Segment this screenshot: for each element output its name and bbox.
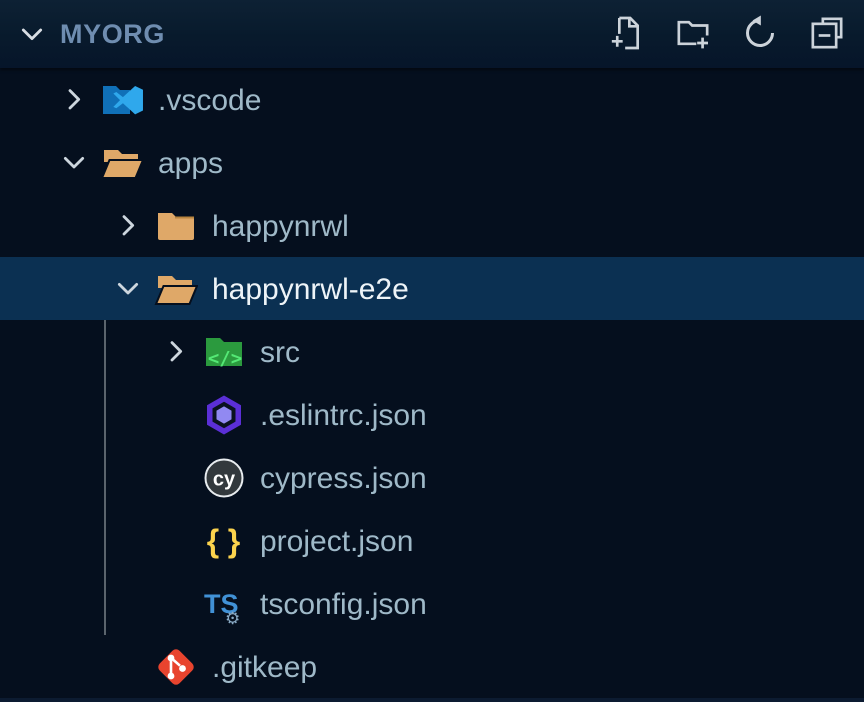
twisty-spacer bbox=[150, 452, 202, 504]
refresh-icon bbox=[740, 13, 780, 56]
folder-open-icon bbox=[154, 267, 198, 311]
tree-item-label: happynrwl-e2e bbox=[212, 273, 409, 305]
tree-row-tsconfig-json[interactable]: TS⚙ tsconfig.json bbox=[0, 572, 864, 635]
tree-row-src[interactable]: </> src bbox=[0, 320, 864, 383]
twisty-spacer bbox=[102, 641, 154, 693]
chevron-right-icon[interactable] bbox=[102, 200, 154, 252]
tree-item-label: .gitkeep bbox=[212, 651, 317, 683]
tree-item-label: project.json bbox=[260, 525, 413, 557]
file-tree: .vscode apps happynrwl happynrwl-e2e </> src.… bbox=[0, 68, 864, 698]
tree-row-project-json[interactable]: {} project.json bbox=[0, 509, 864, 572]
tree-item-label: src bbox=[260, 336, 300, 368]
eslint-icon bbox=[202, 393, 246, 437]
src-folder-icon: </> bbox=[202, 330, 246, 374]
svg-text:⚙: ⚙ bbox=[225, 609, 240, 626]
tree-item-label: .vscode bbox=[158, 84, 261, 116]
chevron-down-icon[interactable] bbox=[48, 137, 100, 189]
collapse-all-button[interactable] bbox=[806, 13, 848, 55]
explorer-panel: MYORG .vscode apps happynrwl happynrwl-e2e <… bbox=[0, 0, 864, 702]
chevron-right-icon[interactable] bbox=[150, 326, 202, 378]
cypress-icon: cy bbox=[202, 456, 246, 500]
explorer-section-header[interactable]: MYORG bbox=[0, 0, 864, 68]
svg-text:cy: cy bbox=[213, 468, 236, 490]
svg-text:{: { bbox=[207, 523, 219, 559]
svg-text:}: } bbox=[228, 523, 240, 559]
twisty-spacer bbox=[150, 389, 202, 441]
new-file-button[interactable] bbox=[605, 13, 647, 55]
refresh-button[interactable] bbox=[739, 13, 781, 55]
folder-closed-icon bbox=[154, 204, 198, 248]
header-actions bbox=[605, 13, 848, 55]
tree-row-apps[interactable]: apps bbox=[0, 131, 864, 194]
tree-row-vscode[interactable]: .vscode bbox=[0, 68, 864, 131]
new-folder-icon bbox=[673, 13, 713, 56]
tree-row-cypress-json[interactable]: cy cypress.json bbox=[0, 446, 864, 509]
folder-open-icon bbox=[100, 141, 144, 185]
svg-text:</>: </> bbox=[208, 347, 242, 369]
tree-item-label: apps bbox=[158, 147, 223, 179]
chevron-right-icon[interactable] bbox=[48, 74, 100, 126]
twisty-spacer bbox=[150, 578, 202, 630]
tree-item-label: cypress.json bbox=[260, 462, 427, 494]
tree-item-label: happynrwl bbox=[212, 210, 349, 242]
tree-item-label: .eslintrc.json bbox=[260, 399, 427, 431]
section-title: MYORG bbox=[60, 19, 605, 50]
chevron-down-icon[interactable] bbox=[14, 16, 50, 52]
json-braces-icon: {} bbox=[202, 519, 246, 563]
git-icon bbox=[154, 645, 198, 689]
new-file-icon bbox=[606, 13, 646, 56]
chevron-down-icon[interactable] bbox=[102, 263, 154, 315]
tree-row-eslintrc-json[interactable]: .eslintrc.json bbox=[0, 383, 864, 446]
new-folder-button[interactable] bbox=[672, 13, 714, 55]
vscode-folder-icon bbox=[100, 78, 144, 122]
tree-row-happynrwl-e2e[interactable]: happynrwl-e2e bbox=[0, 257, 864, 320]
tree-row-gitkeep[interactable]: .gitkeep bbox=[0, 635, 864, 698]
tree-row-happynrwl[interactable]: happynrwl bbox=[0, 194, 864, 257]
tsconfig-icon: TS⚙ bbox=[202, 582, 246, 626]
tree-item-label: tsconfig.json bbox=[260, 588, 427, 620]
bottom-divider bbox=[0, 698, 864, 702]
indent-guide bbox=[104, 320, 106, 635]
collapse-all-icon bbox=[807, 13, 847, 56]
twisty-spacer bbox=[150, 515, 202, 567]
